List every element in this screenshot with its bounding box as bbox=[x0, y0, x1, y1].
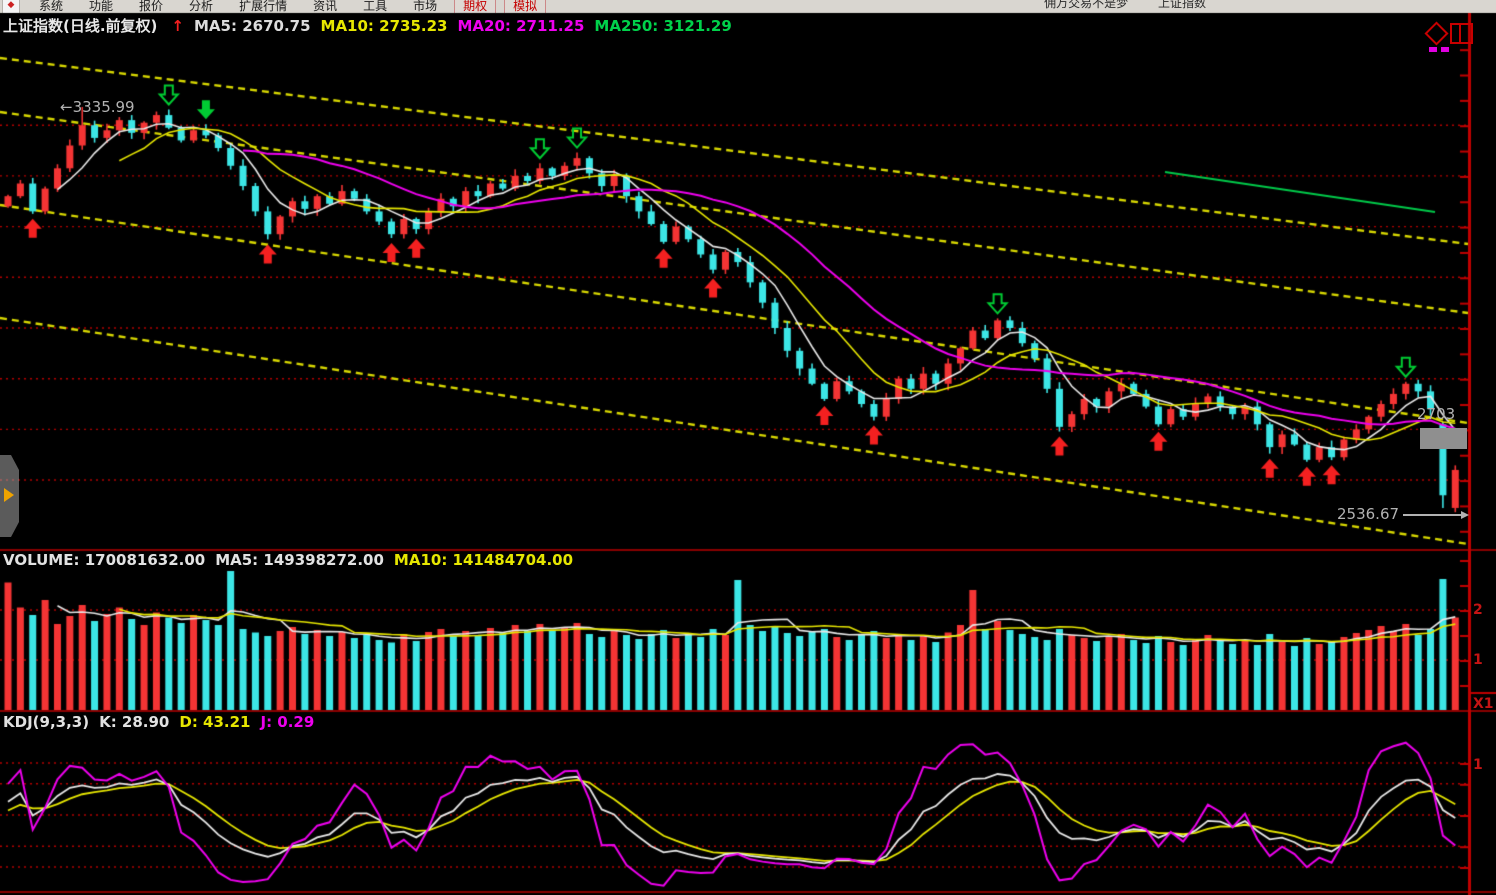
arrow-line bbox=[1403, 514, 1461, 516]
main-chart-header: 上证指数(日线.前复权)↑MA5: 2670.75MA10: 2735.23MA… bbox=[3, 15, 752, 36]
indicator-value: VOLUME: 170081632.00 bbox=[3, 551, 205, 569]
indicator-value: MA5: 149398272.00 bbox=[215, 551, 384, 569]
app-window: ◆ 系统功能报价分析扩展行情资讯工具市场期权模拟 佣万交易不是梦 上证指数 上证… bbox=[0, 0, 1496, 895]
axis-tick-label: X1 bbox=[1473, 696, 1494, 712]
window-layout-icon-divider bbox=[1459, 25, 1461, 42]
volume-header: VOLUME: 170081632.00 MA5: 149398272.00 MA1… bbox=[3, 551, 583, 569]
sidebar-expand-handle[interactable] bbox=[0, 455, 19, 537]
ma-values: MA5: 2670.75 MA10: 2735.23 MA20: 2711.25 MA… bbox=[194, 17, 742, 35]
kdj-header: KDJ(9,3,3) K: 28.90 D: 43.21 J: 0.29 bbox=[3, 713, 324, 731]
arrow-head-icon bbox=[1461, 511, 1469, 519]
axis-tick-label: 1 bbox=[1473, 757, 1483, 773]
magenta-dot-icon bbox=[1441, 47, 1449, 52]
indicator-value: MA250: 3121.29 bbox=[594, 17, 731, 35]
indicator-value: D: 43.21 bbox=[179, 713, 250, 731]
axis-tick-label: 1 bbox=[1473, 652, 1483, 668]
indicator-value: K: 28.90 bbox=[99, 713, 169, 731]
expand-arrow-icon bbox=[4, 488, 14, 502]
indicator-value: MA10: 2735.23 bbox=[321, 17, 448, 35]
indicator-value: MA20: 2711.25 bbox=[457, 17, 584, 35]
bottom-price-label: 2536.67 bbox=[1337, 505, 1469, 523]
price-up-arrow-icon: ↑ bbox=[171, 17, 184, 35]
price-chart-canvas[interactable] bbox=[0, 0, 1496, 895]
window-layout-icon[interactable] bbox=[1450, 23, 1473, 44]
indicator-value: MA5: 2670.75 bbox=[194, 17, 311, 35]
bottom-price-text: 2536.67 bbox=[1337, 505, 1399, 523]
chart-title: 上证指数(日线.前复权) bbox=[3, 17, 157, 35]
axis-tick-label: 2 bbox=[1473, 602, 1483, 618]
last-price-label: 2703 bbox=[1417, 405, 1455, 423]
magenta-dot-icon bbox=[1429, 47, 1437, 52]
peak-price-label: ←3335.99 bbox=[60, 98, 135, 116]
price-tag-box bbox=[1420, 428, 1467, 449]
indicator-value: MA10: 141484704.00 bbox=[394, 551, 573, 569]
indicator-value: J: 0.29 bbox=[261, 713, 315, 731]
indicator-value: KDJ(9,3,3) bbox=[3, 713, 89, 731]
